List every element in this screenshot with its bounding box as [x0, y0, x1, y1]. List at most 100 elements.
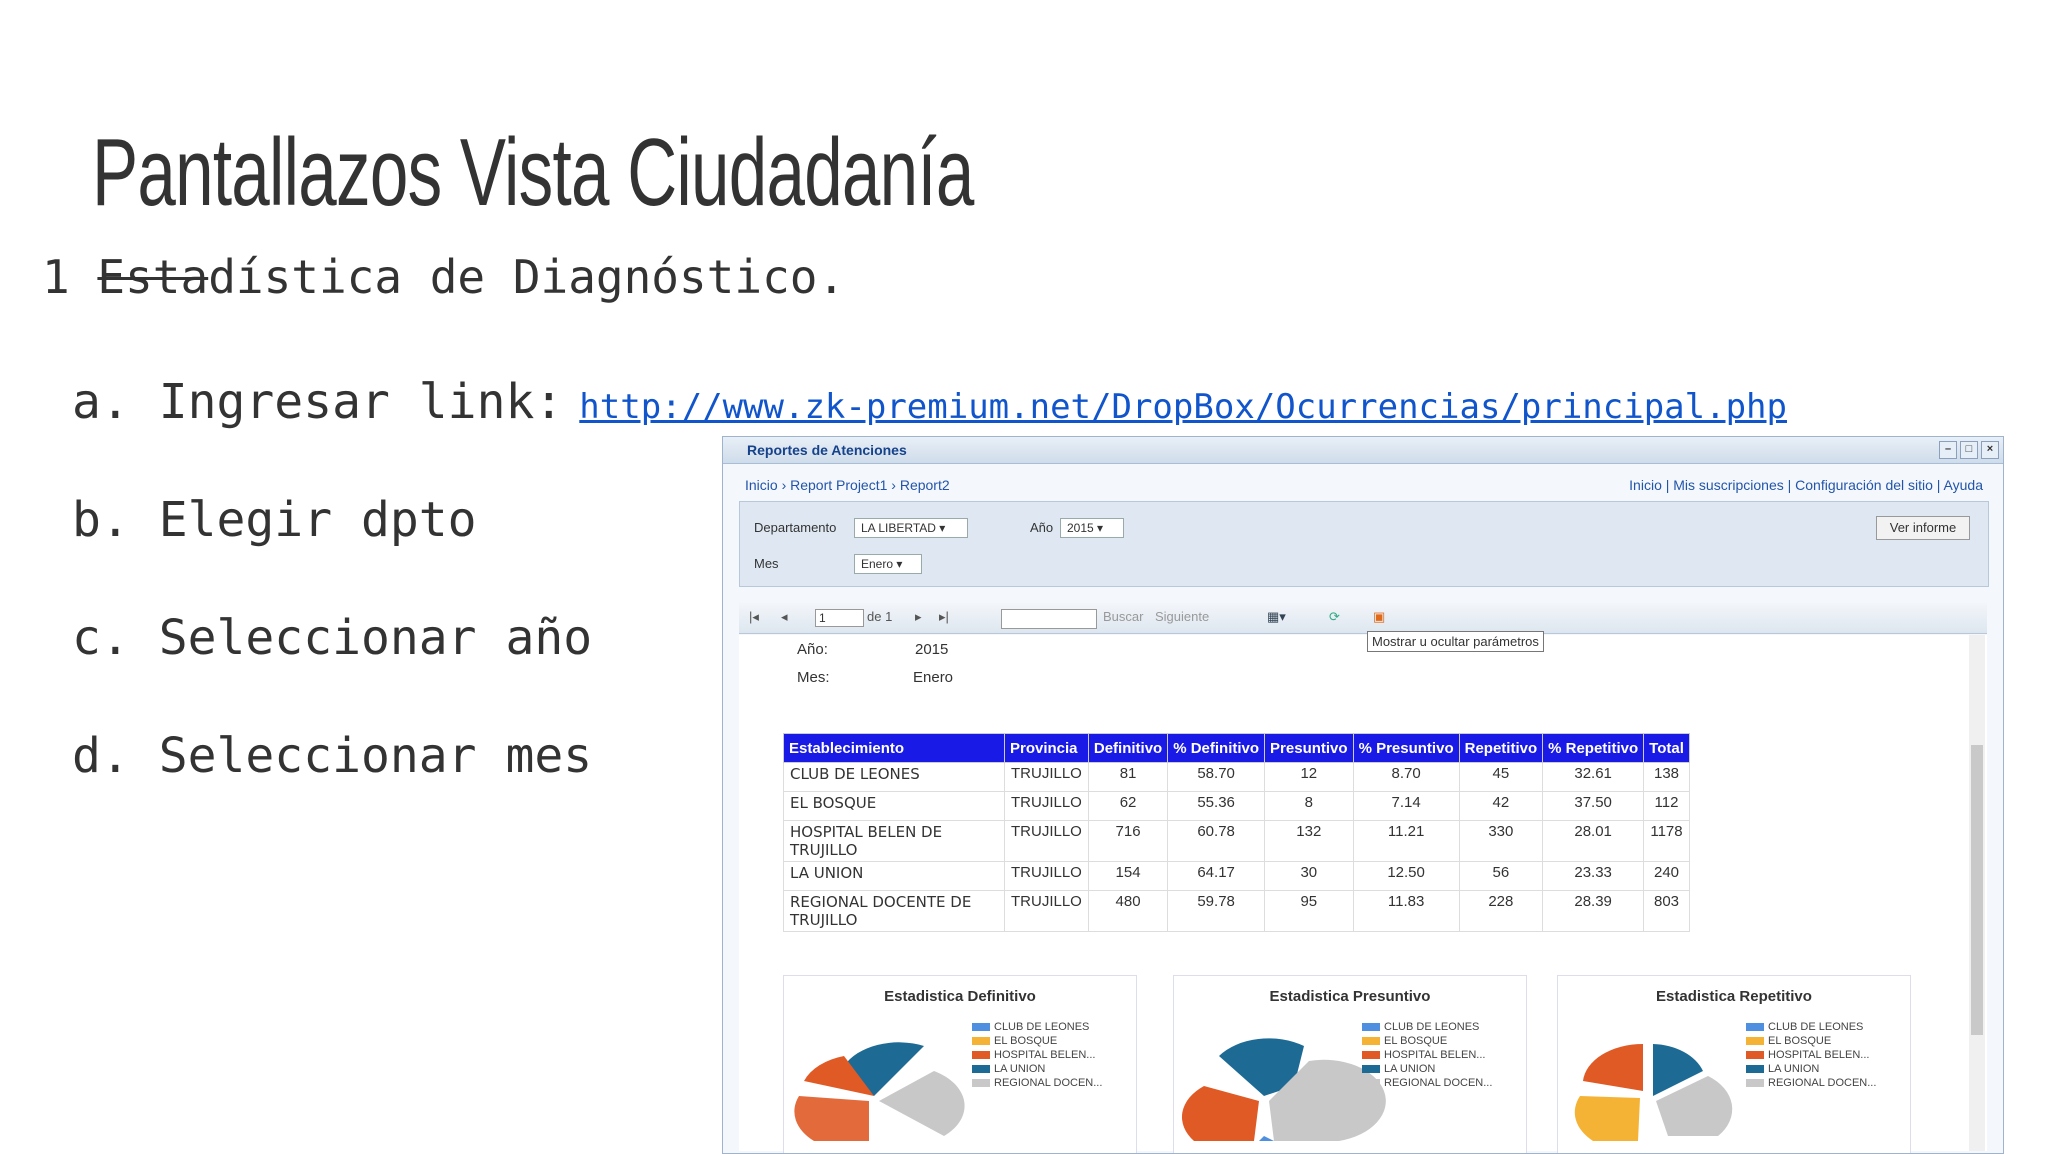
table-cell: REGIONAL DOCENTE DE TRUJILLO	[783, 890, 1005, 932]
table-cell: TRUJILLO	[1004, 791, 1089, 821]
mes-meta-value: Enero	[913, 669, 954, 686]
table-cell: 330	[1458, 820, 1544, 862]
departamento-label: Departamento	[754, 520, 837, 535]
toggle-parameters-icon[interactable]: ▣	[1373, 609, 1385, 625]
export-icon[interactable]: ▦▾	[1267, 609, 1286, 625]
report-toolbar: |◂ ◂ 1 de 1 ▸ ▸| Buscar Siguiente ▦▾ ⟳ ▣	[739, 603, 1987, 634]
tooltip: Mostrar u ocultar parámetros	[1367, 631, 1544, 652]
chart-repetitivo: Estadistica Repetitivo CLUB DE LEONES EL …	[1557, 975, 1911, 1153]
table-cell: 58.70	[1167, 762, 1266, 792]
column-header: % Definitivo	[1167, 733, 1266, 763]
step-a: a. Ingresar link: http://www.zk-premium.n…	[72, 374, 1787, 430]
table-cell: 8.70	[1352, 762, 1460, 792]
table-cell: 81	[1087, 762, 1169, 792]
legend-item: HOSPITAL BELEN...	[1746, 1048, 1876, 1062]
table-cell: EL BOSQUE	[783, 791, 1005, 821]
next-link[interactable]: Siguiente	[1155, 609, 1209, 624]
section-text: dística de Diagnóstico.	[208, 250, 846, 304]
table-cell: TRUJILLO	[1004, 762, 1089, 792]
legend-item: LA UNION	[1362, 1062, 1492, 1076]
column-header: Total	[1643, 733, 1690, 763]
slide-title: Pantallazos Vista Ciudadanía	[92, 119, 974, 226]
table-cell: 32.61	[1542, 762, 1645, 792]
table-cell: 1178	[1643, 820, 1690, 862]
anio-meta-value: 2015	[915, 641, 949, 658]
step-b: b. Elegir dpto	[72, 492, 477, 548]
table-cell: 8	[1264, 791, 1354, 821]
table-cell: HOSPITAL BELEN DE TRUJILLO	[783, 820, 1005, 862]
table-cell: TRUJILLO	[1004, 890, 1089, 932]
legend-item: HOSPITAL BELEN...	[972, 1048, 1102, 1062]
next-page-icon[interactable]: ▸	[915, 609, 922, 625]
page-number-input[interactable]: 1	[815, 609, 864, 627]
table-cell: 240	[1643, 861, 1690, 891]
step-a-link[interactable]: http://www.zk-premium.net/DropBox/Ocurre…	[579, 387, 1787, 427]
window-titlebar: Reportes de Atenciones – □ ×	[723, 437, 2003, 464]
legend-item: REGIONAL DOCEN...	[972, 1076, 1102, 1090]
step-a-label: a. Ingresar link:	[72, 374, 564, 430]
chart-definitivo-legend: CLUB DE LEONES EL BOSQUE HOSPITAL BELEN...…	[972, 1020, 1102, 1090]
refresh-icon[interactable]: ⟳	[1329, 609, 1340, 625]
report-scrollbar[interactable]	[1969, 635, 1985, 1151]
legend-item: LA UNION	[1746, 1062, 1876, 1076]
mes-meta-label: Mes:	[797, 669, 830, 686]
mes-label: Mes	[754, 556, 779, 571]
first-page-icon[interactable]: |◂	[749, 609, 759, 625]
legend-item: CLUB DE LEONES	[1362, 1020, 1492, 1034]
legend-item: EL BOSQUE	[1746, 1034, 1876, 1048]
legend-item: EL BOSQUE	[972, 1034, 1102, 1048]
step-c: c. Seleccionar año	[72, 610, 593, 666]
mes-select[interactable]: Enero ▾	[854, 554, 922, 574]
step-d: d. Seleccionar mes	[72, 728, 593, 784]
table-cell: 803	[1643, 890, 1690, 932]
legend-item: LA UNION	[972, 1062, 1102, 1076]
column-header: Repetitivo	[1458, 733, 1544, 763]
table-row: REGIONAL DOCENTE DE TRUJILLO TRUJILLO 480 5…	[783, 890, 1690, 932]
find-link[interactable]: Buscar	[1103, 609, 1143, 624]
table-cell: 56	[1458, 861, 1544, 891]
column-header: Presuntivo	[1264, 733, 1354, 763]
chart-presuntivo: Estadistica Presuntivo CLUB DE LEONES EL …	[1173, 975, 1527, 1153]
minimize-icon[interactable]: –	[1939, 441, 1957, 459]
close-icon[interactable]: ×	[1981, 441, 1999, 459]
table-cell: 60.78	[1167, 820, 1266, 862]
legend-item: CLUB DE LEONES	[972, 1020, 1102, 1034]
page-count: de 1	[867, 609, 893, 624]
table-cell: 12.50	[1352, 861, 1460, 891]
column-header: Establecimiento	[783, 733, 1005, 763]
section-number: 1	[42, 250, 70, 304]
parameters-panel: Departamento LA LIBERTAD ▾ Año 2015 ▾ Me…	[739, 501, 1989, 587]
table-cell: 37.50	[1542, 791, 1645, 821]
table-cell: 59.78	[1167, 890, 1266, 932]
table-cell: 138	[1643, 762, 1690, 792]
table-cell: 55.36	[1167, 791, 1266, 821]
legend-item: REGIONAL DOCEN...	[1746, 1076, 1876, 1090]
chart-repetitivo-legend: CLUB DE LEONES EL BOSQUE HOSPITAL BELEN...…	[1746, 1020, 1876, 1090]
maximize-icon[interactable]: □	[1960, 441, 1978, 459]
table-cell: 154	[1087, 861, 1169, 891]
departamento-select[interactable]: LA LIBERTAD ▾	[854, 518, 968, 538]
table-cell: 42	[1458, 791, 1544, 821]
top-links[interactable]: Inicio | Mis suscripciones | Configuraci…	[1629, 477, 1983, 493]
report-window-screenshot: Reportes de Atenciones – □ × Inicio › Re…	[722, 436, 2004, 1154]
chart-definitivo: Estadistica Definitivo CLUB DE LEONES EL …	[783, 975, 1137, 1153]
section-strike-text: Esta	[97, 250, 209, 304]
column-header: % Presuntivo	[1352, 733, 1460, 763]
table-cell: CLUB DE LEONES	[783, 762, 1005, 792]
find-input[interactable]	[1001, 609, 1097, 629]
prev-page-icon[interactable]: ◂	[781, 609, 788, 625]
table-row: CLUB DE LEONES TRUJILLO 81 58.70 12 8.70 45 32.…	[783, 762, 1690, 792]
table-cell: 228	[1458, 890, 1544, 932]
table-cell: 11.83	[1352, 890, 1460, 932]
column-header: % Repetitivo	[1542, 733, 1645, 763]
table-cell: 12	[1264, 762, 1354, 792]
ver-informe-button[interactable]: Ver informe	[1876, 516, 1970, 540]
table-cell: 62	[1087, 791, 1169, 821]
atenciones-table: Establecimiento Provincia Definitivo% Defi…	[783, 733, 1690, 932]
table-cell: 132	[1264, 820, 1354, 862]
breadcrumb[interactable]: Inicio › Report Project1 › Report2	[745, 477, 950, 493]
anio-select[interactable]: 2015 ▾	[1060, 518, 1124, 538]
last-page-icon[interactable]: ▸|	[939, 609, 949, 625]
column-header: Definitivo	[1087, 733, 1169, 763]
table-cell: 716	[1087, 820, 1169, 862]
